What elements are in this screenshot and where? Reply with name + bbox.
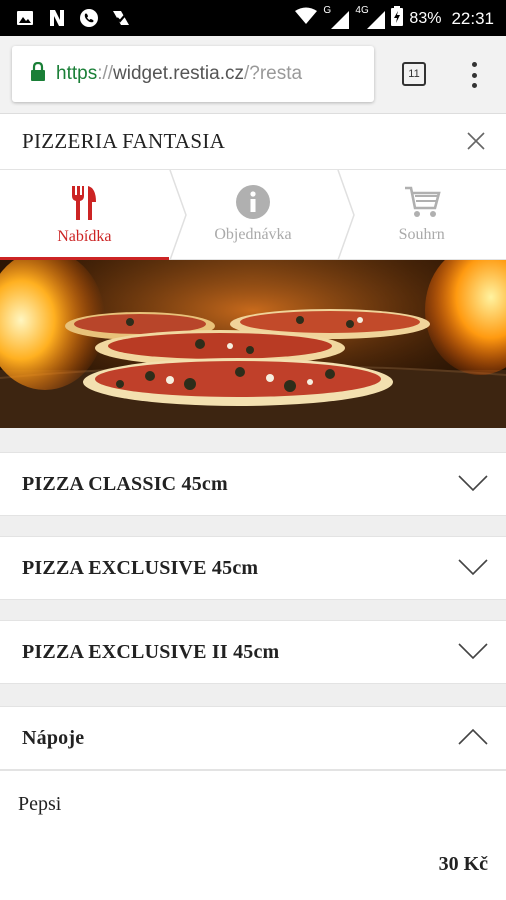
address-bar[interactable]: https://widget.restia.cz/?resta xyxy=(12,46,374,102)
info-icon xyxy=(236,185,270,219)
category-name: PIZZA CLASSIC 45cm xyxy=(22,473,228,495)
chevron-down-icon xyxy=(458,559,488,576)
category-pizza-exclusive[interactable]: PIZZA EXCLUSIVE 45cm xyxy=(0,536,506,600)
step-separator xyxy=(169,170,187,260)
restaurant-title: PIZZERIA FANTASIA xyxy=(22,129,226,153)
battery-icon xyxy=(391,6,404,31)
menu-dot xyxy=(471,72,477,78)
tab-count: 11 xyxy=(408,68,420,80)
cutlery-icon xyxy=(72,186,97,220)
browser-toolbar: https://widget.restia.cz/?resta 11 xyxy=(0,36,506,114)
check-notification-icon xyxy=(110,7,132,29)
close-icon[interactable] xyxy=(466,131,486,151)
section-gap xyxy=(0,600,506,620)
clock: 22:31 xyxy=(451,8,494,28)
category-pizza-exclusive-ii[interactable]: PIZZA EXCLUSIVE II 45cm xyxy=(0,620,506,684)
chevron-down-icon xyxy=(458,643,488,660)
signal-icon xyxy=(367,10,386,29)
step-label: Nabídka xyxy=(57,228,112,245)
cart-icon xyxy=(404,186,441,217)
step-label: Souhrn xyxy=(398,226,445,243)
section-gap xyxy=(0,684,506,706)
battery-percent: 83% xyxy=(409,9,442,27)
tab-switcher-button[interactable]: 11 xyxy=(402,62,426,86)
widget-header: PIZZERIA FANTASIA xyxy=(0,114,506,170)
item-price: 30 Kč xyxy=(438,853,488,875)
status-bar: G 4G 83% 22:31 xyxy=(0,0,506,36)
section-gap xyxy=(0,428,506,452)
step-nabidka[interactable]: Nabídka xyxy=(0,170,169,260)
category-name: PIZZA EXCLUSIVE 45cm xyxy=(22,557,259,579)
menu-dot xyxy=(471,62,477,67)
menu-item[interactable]: Pepsi 30 Kč xyxy=(0,770,506,900)
step-label: Objednávka xyxy=(214,226,292,243)
pizza-oven-illustration xyxy=(0,260,506,428)
hero-pizza-oven-image xyxy=(0,260,506,428)
signal-g-indicator: G xyxy=(323,5,350,29)
lock-icon xyxy=(30,61,46,87)
category-name: PIZZA EXCLUSIVE II 45cm xyxy=(22,641,280,663)
url-text: https://widget.restia.cz/?resta xyxy=(56,63,303,84)
n-notification-icon xyxy=(46,7,68,29)
wifi-icon xyxy=(295,7,318,30)
phone-icon xyxy=(78,7,100,29)
image-icon xyxy=(14,7,36,29)
category-name: Nápoje xyxy=(22,727,85,749)
overflow-menu-button[interactable] xyxy=(466,60,482,90)
chevron-down-icon xyxy=(458,475,488,492)
signal-icon xyxy=(331,10,350,29)
step-souhrn[interactable]: Souhrn xyxy=(337,170,506,259)
step-objednavka[interactable]: Objednávka xyxy=(169,170,338,259)
order-steps: Nabídka Objednávka Souhrn xyxy=(0,170,506,260)
chevron-up-icon xyxy=(458,728,488,745)
menu-dot xyxy=(471,83,477,88)
category-napoje[interactable]: Nápoje xyxy=(0,706,506,770)
item-name: Pepsi xyxy=(18,793,62,815)
section-gap xyxy=(0,516,506,536)
category-pizza-classic[interactable]: PIZZA CLASSIC 45cm xyxy=(0,452,506,516)
signal-4g-indicator: 4G xyxy=(355,5,386,29)
step-separator xyxy=(337,170,355,260)
